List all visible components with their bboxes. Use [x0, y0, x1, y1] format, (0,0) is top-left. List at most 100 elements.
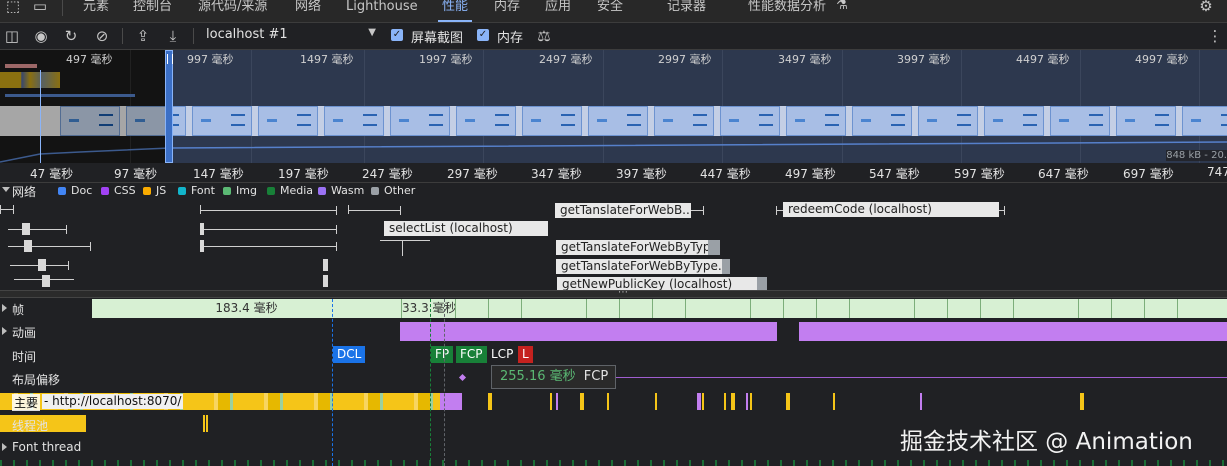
frame-cell[interactable]	[521, 299, 555, 318]
target-select[interactable]: localhost #1 ▼	[206, 27, 378, 45]
frames-track[interactable]: 183.4 毫秒 33.3 毫秒	[92, 299, 1227, 318]
main-task[interactable]	[607, 393, 609, 410]
main-task[interactable]	[731, 393, 735, 410]
network-track-title[interactable]: 网络	[12, 183, 36, 200]
main-track-label[interactable]: 主要	[12, 394, 41, 411]
animation-track-label[interactable]: 动画	[12, 324, 36, 341]
frame-cell[interactable]	[915, 299, 949, 318]
frame-cell[interactable]: 183.4 毫秒	[92, 299, 402, 318]
network-request[interactable]: getNewPublicKey (localhost)	[557, 277, 757, 290]
frame-cell[interactable]	[652, 299, 686, 318]
font-thread-track-label[interactable]: Font thread	[12, 440, 81, 454]
frame-cell[interactable]	[718, 299, 752, 318]
inspect-element-icon[interactable]: ⬚	[3, 0, 23, 16]
settings-gear-icon[interactable]: ⚙	[1196, 0, 1216, 16]
layout-shift-marker[interactable]	[458, 373, 467, 382]
frame-cell[interactable]	[1144, 299, 1178, 318]
timeline-overview[interactable]: 497 毫秒 997 毫秒 1497 毫秒 1997 毫秒 2497 毫秒 2997 毫秒…	[0, 50, 1227, 163]
screenshots-checkbox[interactable]: ✓	[391, 29, 403, 41]
load-marker[interactable]: L	[518, 346, 533, 363]
frame-cell[interactable]	[980, 299, 1014, 318]
network-request[interactable]: getTanslateForWebB...	[555, 203, 691, 218]
main-task[interactable]	[488, 393, 492, 410]
expand-triangle-icon[interactable]	[2, 443, 7, 451]
frame-cell[interactable]	[456, 299, 489, 318]
tab-8[interactable]: 安全	[597, 0, 623, 22]
animation-bar[interactable]	[400, 322, 777, 341]
frame-cell[interactable]	[882, 299, 916, 318]
tab-2[interactable]: 源代码/来源	[198, 0, 267, 22]
frames-track-label[interactable]: 帧	[12, 301, 24, 318]
tab-6[interactable]: 内存	[494, 0, 520, 22]
tab-10[interactable]: 性能数据分析	[748, 0, 826, 22]
toolbar-separator	[193, 28, 194, 44]
device-toolbar-icon[interactable]: ▭	[30, 0, 50, 16]
animation-bar[interactable]	[799, 322, 1227, 341]
frame-cell[interactable]: 33.3 毫秒	[402, 299, 456, 318]
frame-cell[interactable]	[1112, 299, 1145, 318]
main-task[interactable]	[746, 393, 748, 410]
main-task[interactable]	[697, 393, 701, 410]
network-request[interactable]: getTanslateForWebByTyp...	[556, 240, 708, 255]
clear-button[interactable]: ⊘	[92, 26, 112, 46]
threadpool-track-label[interactable]: 线程池	[12, 417, 48, 434]
fcp-marker[interactable]: FCP	[456, 346, 487, 363]
garbage-collect-icon[interactable]: ⚖	[534, 26, 554, 46]
upload-profile-button[interactable]: ⇪	[133, 26, 153, 46]
layout-shift-line	[616, 377, 1227, 378]
frame-cell[interactable]	[751, 299, 785, 318]
expand-triangle-icon[interactable]	[2, 327, 7, 335]
frame-cell[interactable]	[948, 299, 981, 318]
tab-4[interactable]: Lighthouse	[346, 0, 418, 22]
frame-cell[interactable]	[1177, 299, 1211, 318]
expand-triangle-icon[interactable]	[2, 187, 10, 192]
main-task[interactable]	[580, 393, 584, 410]
frame-cell[interactable]	[1210, 299, 1227, 318]
reload-record-button[interactable]: ↻	[61, 26, 81, 46]
main-task[interactable]	[920, 393, 922, 410]
fp-marker[interactable]: FP	[431, 346, 454, 363]
frame-cell[interactable]	[784, 299, 817, 318]
tab-9[interactable]: 记录器	[667, 0, 706, 22]
frame-cell[interactable]	[620, 299, 653, 318]
frame-cell[interactable]	[488, 299, 522, 318]
frame-cell[interactable]	[1046, 299, 1080, 318]
dcl-marker[interactable]: DCL	[333, 346, 366, 363]
sidebar-toggle-icon[interactable]: ◫	[2, 26, 22, 46]
network-request[interactable]: selectList (localhost)	[384, 221, 548, 236]
frame-cell[interactable]	[587, 299, 621, 318]
frame-cell[interactable]	[1079, 299, 1113, 318]
frame-cell[interactable]	[685, 299, 719, 318]
main-task[interactable]	[655, 393, 657, 410]
expand-triangle-icon[interactable]	[2, 304, 7, 312]
tab-7[interactable]: 应用	[545, 0, 571, 22]
main-task[interactable]	[724, 393, 726, 410]
track-resize-handle[interactable]: ⋯	[0, 288, 1227, 298]
main-task[interactable]	[1080, 393, 1084, 410]
selection-handle[interactable]	[165, 50, 173, 163]
main-thread-url: - http://localhost:8070/	[42, 394, 184, 409]
main-task[interactable]	[550, 393, 552, 410]
network-request[interactable]: getTanslateForWebByType...	[556, 259, 722, 274]
network-request[interactable]: redeemCode (localhost)	[783, 202, 999, 217]
record-button[interactable]: ◉	[31, 26, 51, 46]
tab-5[interactable]: 性能	[437, 0, 473, 22]
network-track[interactable]: getTanslateForWebB... redeemCode (localh…	[0, 199, 1227, 290]
frame-cell[interactable]	[554, 299, 588, 318]
main-task[interactable]	[556, 393, 558, 410]
tab-1[interactable]: 控制台	[133, 0, 172, 22]
main-task[interactable]	[786, 393, 790, 410]
frame-cell[interactable]	[1013, 299, 1047, 318]
more-options-icon[interactable]: ⋮	[1205, 26, 1225, 46]
main-task[interactable]	[833, 393, 835, 410]
tab-3[interactable]: 网络	[295, 0, 321, 22]
main-task[interactable]	[702, 393, 704, 410]
main-task[interactable]	[750, 393, 752, 410]
legend-item-other: Other	[371, 184, 415, 197]
tab-0[interactable]: 元素	[83, 0, 109, 22]
frame-cell[interactable]	[849, 299, 883, 318]
lcp-marker[interactable]: LCP	[487, 346, 518, 363]
frame-cell[interactable]	[816, 299, 850, 318]
memory-checkbox[interactable]: ✓	[477, 29, 489, 41]
download-profile-button[interactable]: ⤓	[163, 26, 183, 46]
